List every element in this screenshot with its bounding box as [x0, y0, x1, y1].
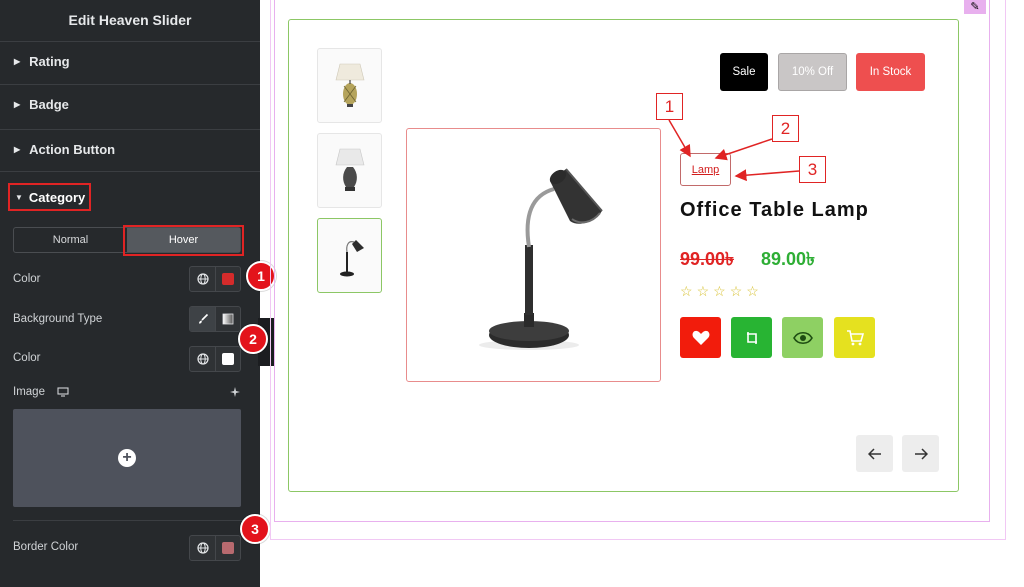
section-action-button[interactable]: ▶ Action Button: [0, 129, 260, 169]
tab-hover[interactable]: Hover: [127, 228, 240, 252]
eye-icon: [792, 331, 813, 344]
star-icon: ☆: [680, 283, 693, 299]
divider: [13, 520, 260, 521]
section-label: Rating: [29, 54, 70, 69]
step-marker-2: 2: [238, 324, 268, 354]
color-label: Color: [13, 273, 41, 285]
caret-right-icon: ▶: [14, 100, 21, 109]
image-label: Image: [13, 386, 45, 398]
callout-1: 1: [656, 93, 683, 120]
ai-sparkle-icon[interactable]: [229, 386, 241, 398]
rating-stars: ☆ ☆ ☆ ☆ ☆: [680, 283, 759, 300]
star-icon: ☆: [746, 283, 759, 299]
heart-icon: [692, 330, 709, 345]
desktop-icon[interactable]: [57, 387, 69, 397]
editor-panel: Edit Heaven Slider ▶ Rating ▶ Badge ▶ Ac…: [0, 0, 260, 587]
caret-right-icon: ▶: [14, 57, 21, 66]
background-type-control: [189, 306, 241, 332]
thumbnail-3[interactable]: [317, 218, 382, 293]
state-tabs: Normal Hover: [13, 227, 241, 253]
section-divider: [0, 171, 260, 172]
office-lamp-image: [478, 168, 603, 350]
image-upload-area[interactable]: +: [13, 409, 241, 507]
product-title[interactable]: Office Table Lamp: [680, 199, 869, 222]
compare-icon: [746, 331, 757, 344]
thumbnail-2[interactable]: [317, 133, 382, 208]
image-label-row: Image: [13, 386, 69, 398]
globe-icon[interactable]: [190, 347, 215, 371]
panel-title: Edit Heaven Slider: [68, 12, 192, 28]
globe-icon[interactable]: [190, 267, 215, 291]
add-to-cart-button[interactable]: [834, 317, 875, 358]
thumbnail-1[interactable]: [317, 48, 382, 123]
section-label: Action Button: [29, 142, 116, 157]
globe-icon[interactable]: [190, 536, 215, 560]
edit-pencil-icon[interactable]: ✎: [964, 0, 986, 14]
bg-color-label: Color: [13, 352, 41, 364]
background-type-label: Background Type: [13, 313, 103, 325]
section-category[interactable]: ▼ Category: [8, 183, 91, 211]
badge-stock: In Stock: [856, 53, 925, 91]
star-icon: ☆: [729, 283, 743, 299]
bg-color-control: [189, 346, 241, 372]
badge-sale: Sale: [720, 53, 768, 91]
category-link[interactable]: Lamp: [680, 153, 731, 186]
callout-2: 2: [772, 115, 799, 142]
border-color-swatch[interactable]: [215, 536, 240, 560]
arrow-left-icon: [867, 447, 881, 460]
next-slide-button[interactable]: [902, 435, 939, 472]
lamp-thumb-3: [339, 239, 364, 276]
quick-view-button[interactable]: [782, 317, 823, 358]
tab-normal[interactable]: Normal: [14, 228, 127, 252]
border-color-label: Border Color: [13, 541, 79, 553]
old-price: 99.00৳: [680, 249, 735, 269]
section-label: Badge: [29, 97, 69, 112]
step-marker-3: 3: [240, 514, 270, 544]
lamp-thumb-1: [335, 63, 364, 107]
caret-right-icon: ▶: [14, 145, 21, 154]
product-main-image: [406, 128, 661, 382]
prev-slide-button[interactable]: [856, 435, 893, 472]
section-rating[interactable]: ▶ Rating: [0, 41, 260, 81]
color-control: [189, 266, 241, 292]
add-image-icon: +: [118, 449, 136, 467]
star-icon: ☆: [696, 283, 710, 299]
badge-discount: 10% Off: [778, 53, 847, 91]
cart-icon: [846, 329, 864, 345]
compare-button[interactable]: [731, 317, 772, 358]
border-color-control: [189, 535, 241, 561]
brush-icon[interactable]: [190, 307, 215, 331]
section-label: Category: [28, 189, 86, 205]
callout-3: 3: [799, 156, 826, 183]
color-swatch[interactable]: [215, 267, 240, 291]
section-badge[interactable]: ▶ Badge: [0, 84, 260, 124]
bg-color-swatch[interactable]: [215, 347, 240, 371]
new-price: 89.00৳: [761, 249, 816, 269]
wishlist-button[interactable]: [680, 317, 721, 358]
caret-down-icon: ▼: [15, 192, 23, 202]
lamp-thumb-2: [335, 148, 364, 191]
arrow-right-icon: [914, 447, 928, 460]
gradient-icon[interactable]: [215, 307, 240, 331]
star-icon: ☆: [713, 283, 726, 299]
